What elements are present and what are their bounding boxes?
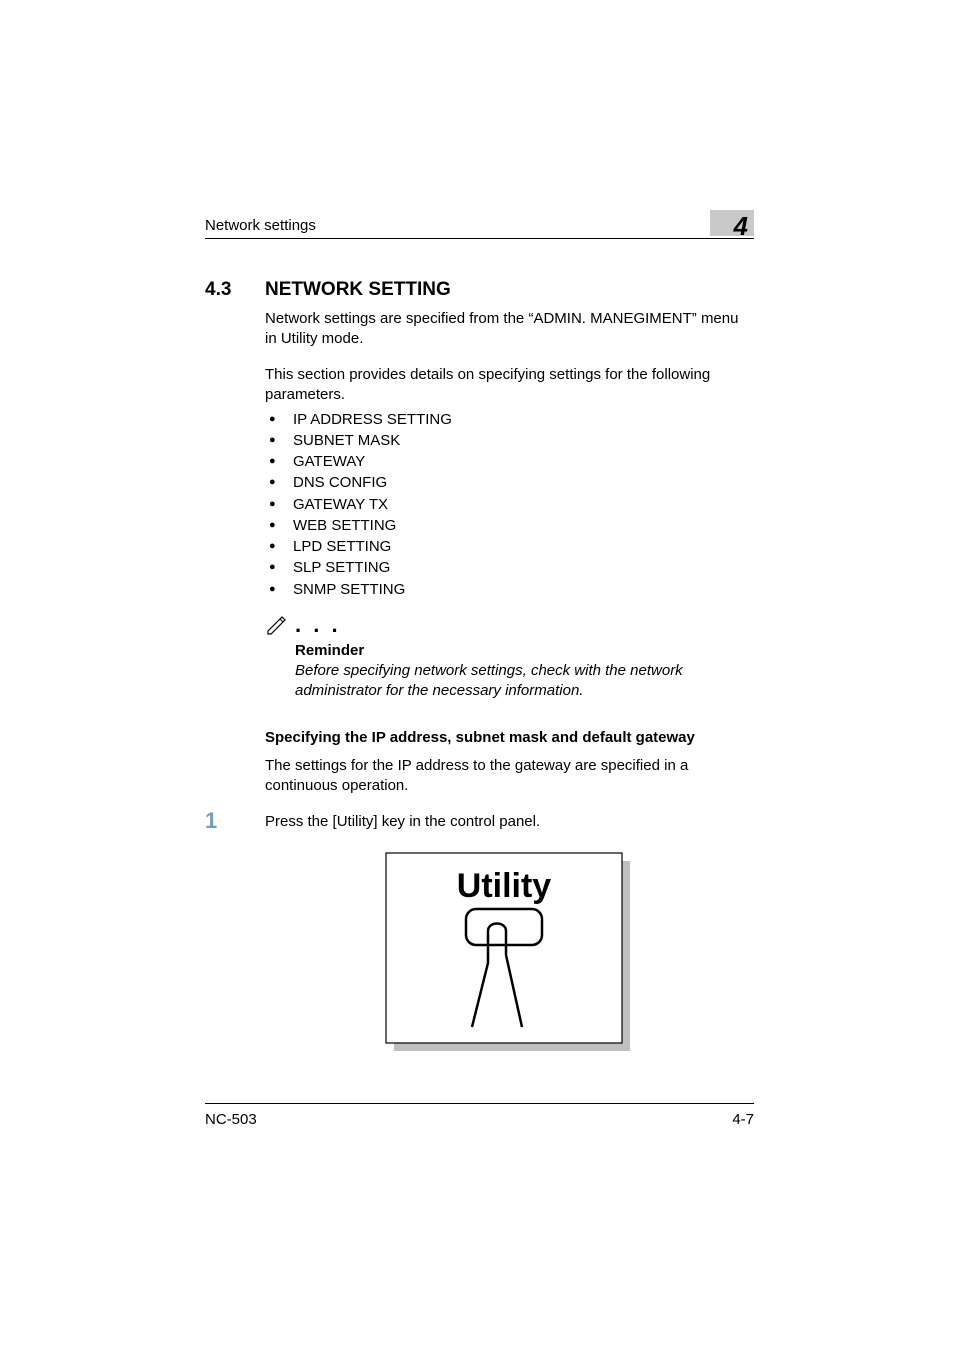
list-item: GATEWAY: [265, 452, 754, 472]
sub-paragraph: The settings for the IP address to the g…: [265, 756, 754, 797]
utility-label-text: Utility: [456, 867, 551, 905]
note-label: Reminder: [295, 641, 754, 661]
section-heading: 4.3 NETWORK SETTING: [205, 277, 754, 303]
list-item: IP ADDRESS SETTING: [265, 410, 754, 430]
pencil-icon: [265, 613, 289, 642]
step-row: 1 Press the [Utility] key in the control…: [205, 810, 754, 832]
list-item: DNS CONFIG: [265, 473, 754, 493]
note-icon-row: . . .: [265, 610, 754, 639]
footer-page-number: 4-7: [732, 1110, 754, 1130]
note-dots: . . .: [295, 614, 341, 636]
utility-illustration: Utility: [265, 847, 754, 1057]
list-item: SNMP SETTING: [265, 580, 754, 600]
list-item: LPD SETTING: [265, 537, 754, 557]
step-number: 1: [205, 810, 265, 832]
note-text: Before specifying network settings, chec…: [295, 661, 754, 702]
intro-paragraph-2: This section provides details on specify…: [265, 365, 754, 406]
document-page: Network settings 4 4.3 NETWORK SETTING N…: [0, 0, 954, 1350]
section-title: NETWORK SETTING: [265, 277, 451, 303]
chapter-number-badge: 4: [710, 210, 754, 236]
parameter-list: IP ADDRESS SETTING SUBNET MASK GATEWAY D…: [265, 410, 754, 600]
intro-paragraph-1: Network settings are specified from the …: [265, 309, 754, 350]
list-item: GATEWAY TX: [265, 495, 754, 515]
body-block: Network settings are specified from the …: [265, 309, 754, 600]
list-item: WEB SETTING: [265, 516, 754, 536]
section-number: 4.3: [205, 277, 265, 303]
subsection-heading: Specifying the IP address, subnet mask a…: [265, 728, 754, 748]
running-title: Network settings: [205, 216, 316, 236]
page-footer: NC-503 4-7: [205, 1103, 754, 1130]
sub-body: The settings for the IP address to the g…: [265, 756, 754, 797]
step-text: Press the [Utility] key in the control p…: [265, 810, 754, 832]
list-item: SLP SETTING: [265, 558, 754, 578]
utility-key-diagram: Utility: [380, 847, 640, 1057]
reminder-note: . . . Reminder Before specifying network…: [265, 610, 754, 702]
chapter-number: 4: [734, 213, 754, 239]
footer-model: NC-503: [205, 1110, 257, 1130]
list-item: SUBNET MASK: [265, 431, 754, 451]
running-header: Network settings 4: [205, 210, 754, 239]
